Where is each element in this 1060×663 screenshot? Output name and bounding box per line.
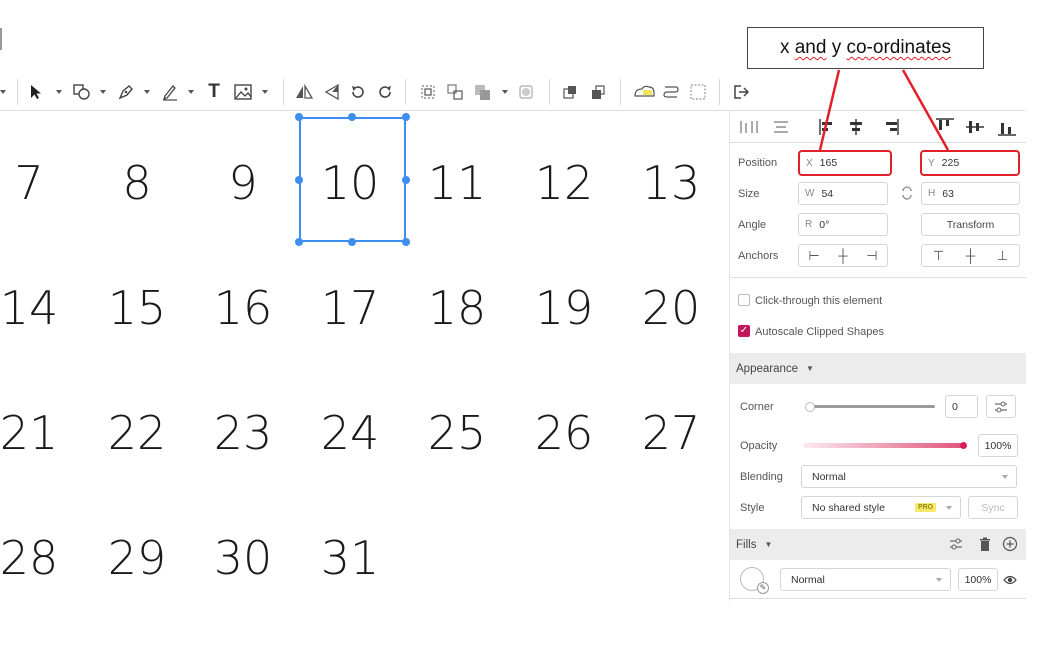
- callout-arrows: [818, 69, 950, 151]
- arrow-to-x: [818, 69, 841, 151]
- arrow-to-y: [901, 69, 950, 151]
